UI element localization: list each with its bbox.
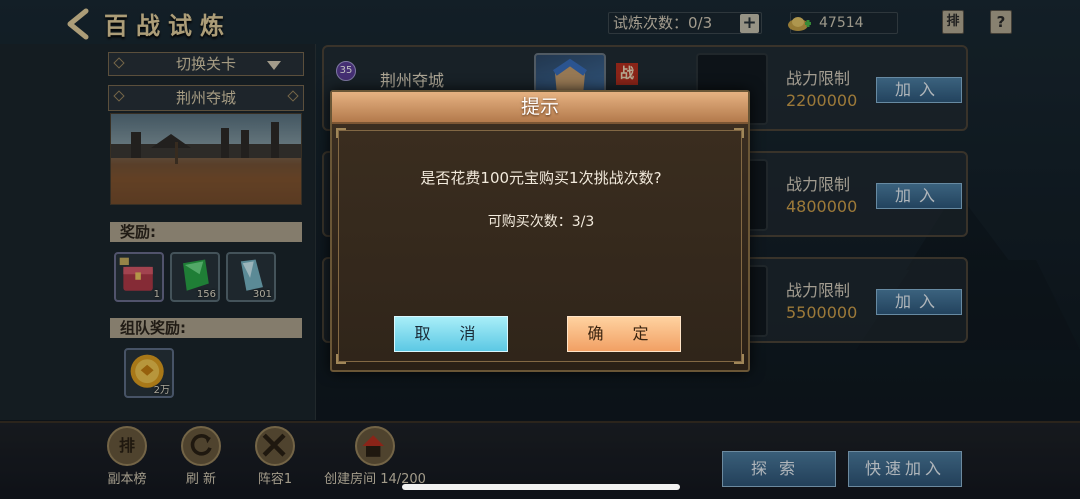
dialog-body: 是否花费100元宝购买1次挑战次数? 可购买次数：3/3 取 消 确 定 [336, 128, 744, 364]
game-screen: 百战试炼 试炼次数：0/3 + 47514 排 ? 切换关卡 荆州夺城 奖励: … [0, 0, 1080, 499]
cancel-button[interactable]: 取 消 [394, 316, 508, 352]
dialog-message: 是否花费100元宝购买1次挑战次数? [420, 169, 662, 187]
purchasable-count: 可购买次数：3/3 [487, 214, 595, 230]
confirm-dialog: 提示 是否花费100元宝购买1次挑战次数? 可购买次数：3/3 取 消 确 定 [330, 90, 750, 372]
corner-ornament-icon [734, 354, 744, 364]
dialog-title: 提示 [332, 92, 748, 124]
home-indicator[interactable] [402, 484, 680, 490]
corner-ornament-icon [734, 128, 744, 138]
corner-ornament-icon [336, 128, 346, 138]
corner-ornament-icon [336, 354, 346, 364]
confirm-button[interactable]: 确 定 [567, 316, 681, 352]
